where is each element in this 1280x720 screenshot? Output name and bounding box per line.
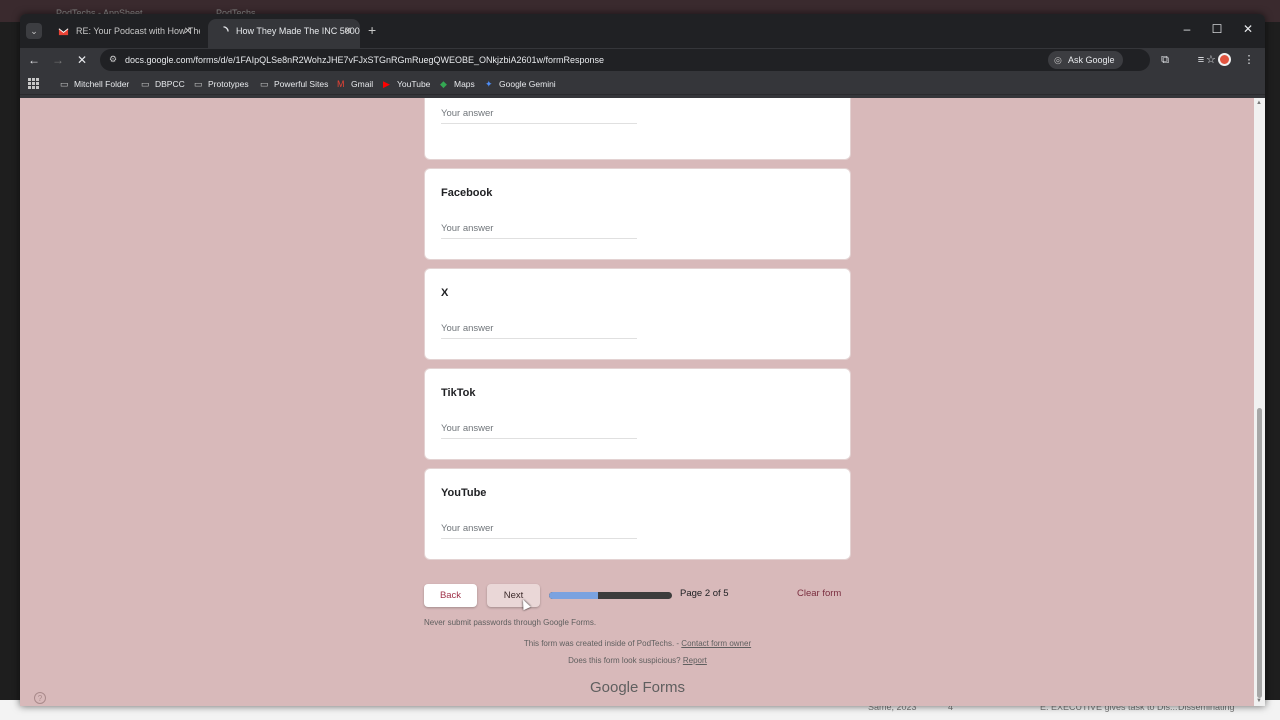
form-page: Your answer Facebook Your answer X Your … xyxy=(20,98,1254,706)
ask-google-label: Ask Google xyxy=(1068,55,1115,65)
question-title: YouTube xyxy=(441,487,487,499)
bookmark-label: Prototypes xyxy=(208,79,249,89)
report-link[interactable]: Report xyxy=(683,656,707,665)
tab-close-icon[interactable]: ✕ xyxy=(184,19,192,44)
extensions-icon[interactable]: ⧉ xyxy=(1156,51,1174,69)
youtube-icon: ▶ xyxy=(383,79,390,89)
help-icon[interactable]: ? xyxy=(34,692,46,704)
minimize-icon[interactable]: – xyxy=(1178,22,1196,36)
question-title: TikTok xyxy=(441,387,476,399)
next-button[interactable]: Next xyxy=(487,584,540,607)
bookmark-dbpcc[interactable]: ▭ DBPCC xyxy=(141,73,185,95)
bookmark-google-gemini[interactable]: ✦ Google Gemini xyxy=(485,73,556,95)
created-text: This form was created inside of PodTechs… xyxy=(523,639,680,648)
site-info-icon[interactable]: ⚙ xyxy=(109,53,121,65)
question-card-tiktok: TikTok Your answer xyxy=(424,368,851,460)
answer-input-tiktok[interactable]: Your answer xyxy=(441,423,637,439)
ask-google-button[interactable]: ◎ Ask Google xyxy=(1048,51,1123,69)
logo-forms: Forms xyxy=(642,679,686,696)
scroll-up-arrow-icon[interactable]: ▲ xyxy=(1256,100,1262,106)
suspicious-text: Does this form look suspicious? xyxy=(568,656,681,665)
bookmark-label: Maps xyxy=(454,79,475,89)
bookmark-maps[interactable]: ◆ Maps xyxy=(440,73,475,95)
bookmark-label: DBPCC xyxy=(155,79,185,89)
created-by-line: This form was created inside of PodTechs… xyxy=(424,639,851,648)
bookmark-label: Mitchell Folder xyxy=(74,79,130,89)
question-card-facebook: Facebook Your answer xyxy=(424,168,851,260)
back-arrow-icon[interactable]: ← xyxy=(25,51,43,69)
scrollbar-thumb[interactable] xyxy=(1257,408,1262,698)
page-indicator: Page 2 of 5 xyxy=(680,588,729,599)
profile-avatar[interactable] xyxy=(1218,53,1231,66)
password-warning: Never submit passwords through Google Fo… xyxy=(424,618,597,627)
bookmark-label: Google Gemini xyxy=(499,79,556,89)
progress-bar xyxy=(549,592,672,599)
bookmark-label: Powerful Sites xyxy=(274,79,329,89)
question-card-youtube: YouTube Your answer xyxy=(424,468,851,560)
new-tab-plus-icon[interactable]: + xyxy=(368,23,376,37)
url-text: docs.google.com/forms/d/e/1FAIpQLSe8nR2W… xyxy=(125,55,605,65)
logo-google: Google xyxy=(589,679,639,696)
media-controls-icon[interactable]: ≡ xyxy=(1192,51,1210,69)
gemini-icon: ✦ xyxy=(485,79,493,89)
back-button[interactable]: Back xyxy=(424,584,477,607)
google-forms-logo[interactable]: Google Forms xyxy=(424,679,851,696)
bookmark-youtube[interactable]: ▶ YouTube xyxy=(383,73,430,95)
question-card: Your answer xyxy=(424,98,851,160)
question-title: Facebook xyxy=(441,187,493,199)
bookmark-mitchell-folder[interactable]: ▭ Mitchell Folder xyxy=(60,73,129,95)
gmail-icon: M xyxy=(337,79,345,89)
progress-bar-fill xyxy=(549,592,599,599)
scroll-down-arrow-icon[interactable]: ▼ xyxy=(1256,698,1262,704)
maximize-icon[interactable]: ☐ xyxy=(1208,22,1226,36)
suspicious-line: Does this form look suspicious? Report xyxy=(424,656,851,665)
forward-arrow-icon[interactable]: → xyxy=(49,51,67,69)
tab-gmail[interactable]: RE: Your Podcast with How The ✕ xyxy=(48,19,200,48)
folder-icon: ▭ xyxy=(60,79,69,89)
tab-close-icon[interactable]: ✕ xyxy=(344,19,352,44)
clear-form-button[interactable]: Clear form xyxy=(797,588,841,599)
maps-icon: ◆ xyxy=(440,79,447,89)
apps-grid-icon[interactable] xyxy=(28,78,39,89)
folder-icon: ▭ xyxy=(194,79,203,89)
gmail-icon xyxy=(58,28,69,36)
bookmark-prototypes[interactable]: ▭ Prototypes xyxy=(194,73,249,95)
close-window-icon[interactable]: ✕ xyxy=(1239,22,1257,36)
kebab-menu-icon[interactable]: ⋮ xyxy=(1240,51,1258,69)
bookmark-gmail[interactable]: M Gmail xyxy=(337,73,373,95)
question-title: X xyxy=(441,287,449,299)
tab-label: How They Made The INC 5000 xyxy=(236,26,360,36)
browser-toolbar: ← → ✕ ⚙ docs.google.com/forms/d/e/1FAIpQ… xyxy=(20,48,1265,72)
tab-forms[interactable]: How They Made The INC 5000 ✕ xyxy=(208,19,360,48)
contact-owner-link[interactable]: Contact form owner xyxy=(681,639,751,648)
bookmark-label: YouTube xyxy=(397,79,431,89)
bookmarks-bar: ▭ Mitchell Folder ▭ DBPCC ▭ Prototypes ▭ Pow… xyxy=(20,73,1265,95)
address-bar[interactable]: ⚙ docs.google.com/forms/d/e/1FAIpQLSe8nR… xyxy=(100,49,1216,71)
lens-icon: ◎ xyxy=(1054,55,1062,65)
stop-loading-icon[interactable]: ✕ xyxy=(73,51,91,69)
tab-search-chevron-icon[interactable]: ⌄ xyxy=(26,23,42,39)
tab-label: RE: Your Podcast with How The xyxy=(76,26,200,36)
bookmark-label: Gmail xyxy=(351,79,374,89)
loading-icon xyxy=(223,26,229,32)
answer-input-x[interactable]: Your answer xyxy=(441,323,637,339)
answer-input[interactable]: Your answer xyxy=(441,108,637,124)
answer-input-youtube[interactable]: Your answer xyxy=(441,523,637,539)
page-scrollbar[interactable]: ▲ ▼ xyxy=(1254,98,1265,706)
question-card-x: X Your answer xyxy=(424,268,851,360)
folder-icon: ▭ xyxy=(260,79,269,89)
tab-strip: ⌄ RE: Your Podcast with How The ✕ How Th… xyxy=(20,14,1265,48)
answer-input-facebook[interactable]: Your answer xyxy=(441,223,637,239)
folder-icon: ▭ xyxy=(141,79,150,89)
browser-window: ⌄ RE: Your Podcast with How The ✕ How Th… xyxy=(20,14,1265,706)
bookmark-powerful-sites[interactable]: ▭ Powerful Sites xyxy=(260,73,328,95)
